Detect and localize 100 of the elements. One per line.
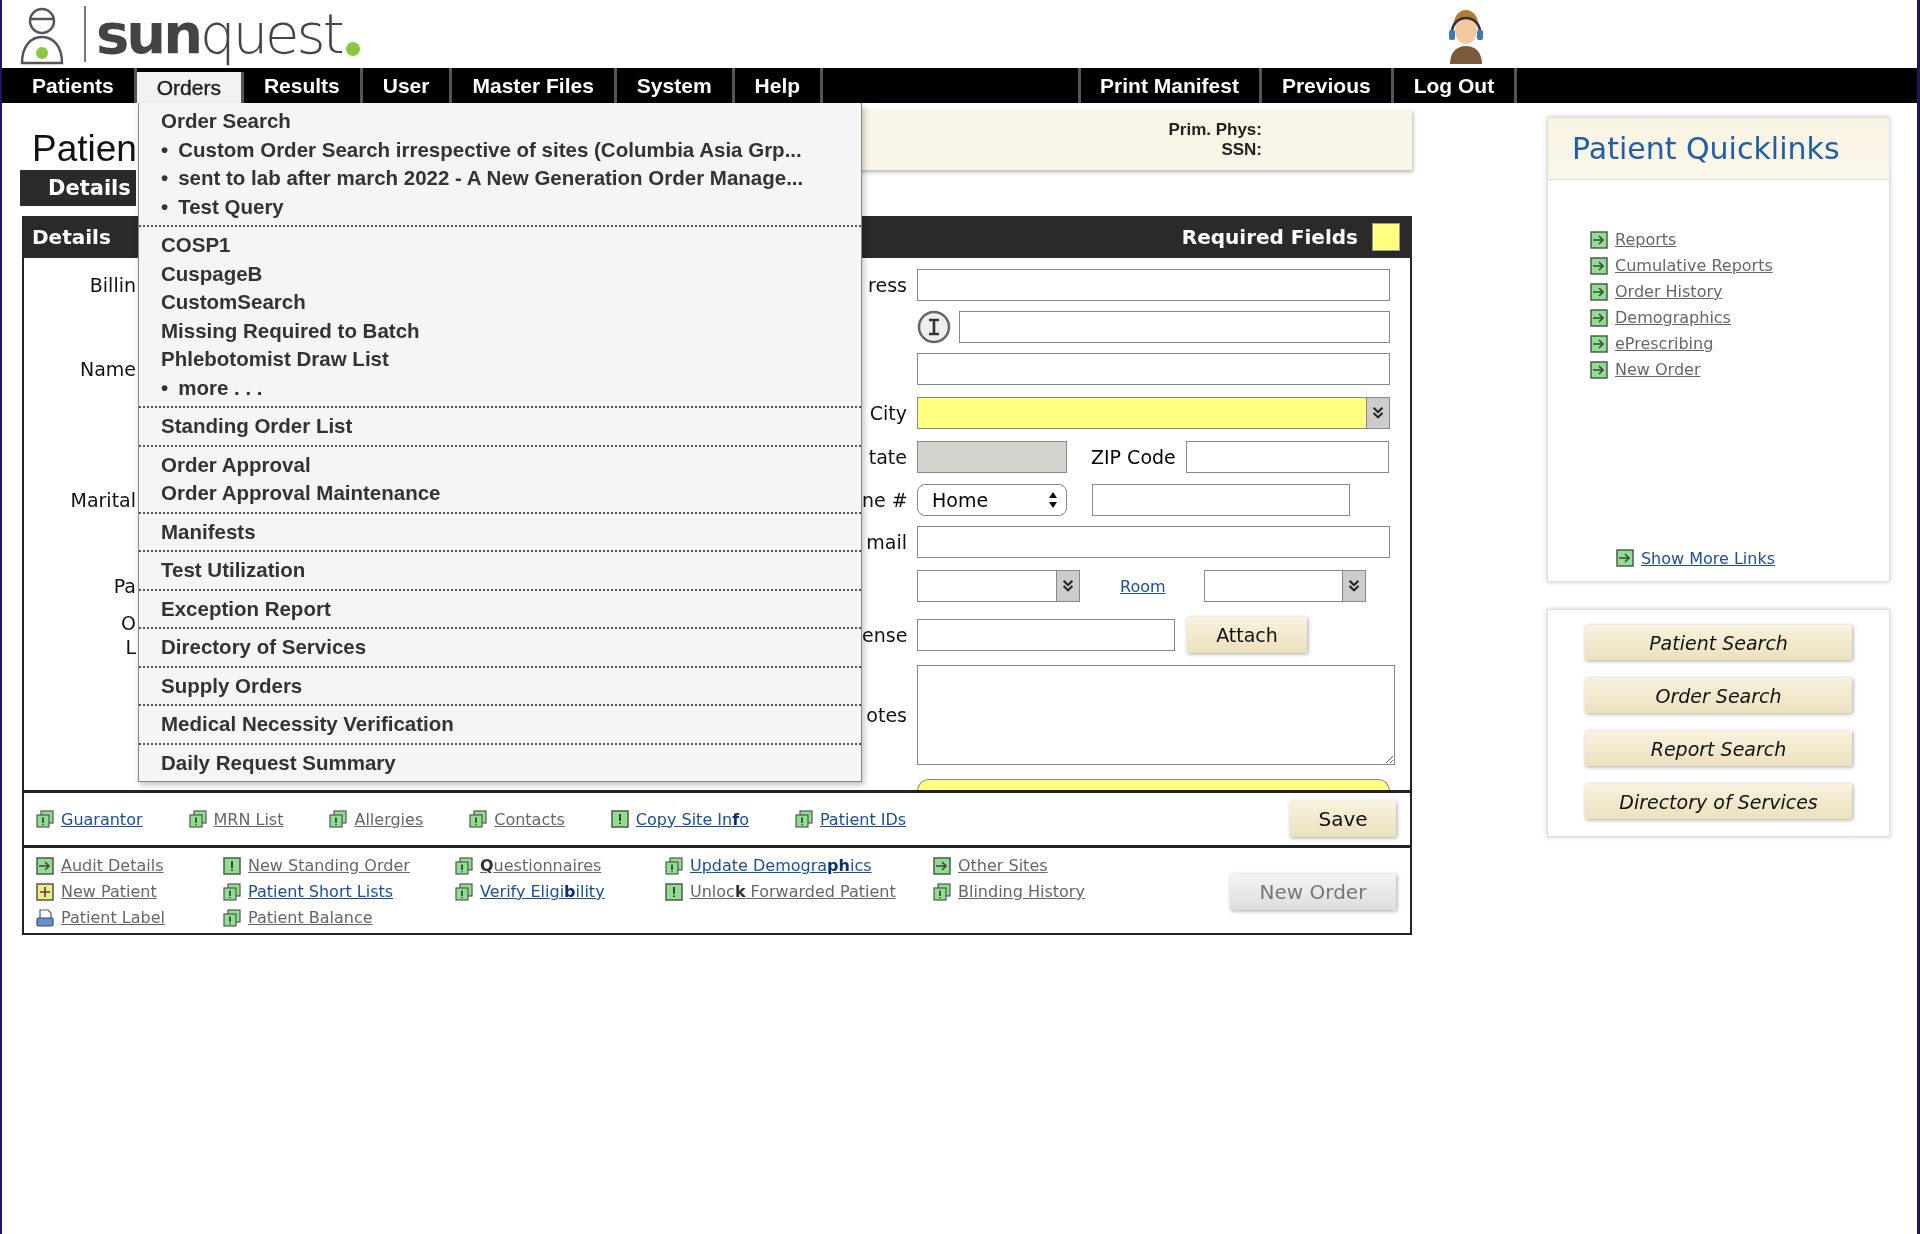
- field-label: O: [121, 611, 136, 635]
- link[interactable]: Demographics: [1615, 308, 1731, 327]
- room-link[interactable]: Room: [1120, 576, 1166, 596]
- menu-item[interactable]: Directory of Services: [139, 633, 861, 662]
- menu-item[interactable]: Medical Necessity Verification: [139, 710, 861, 739]
- attach-button[interactable]: Attach: [1187, 617, 1307, 653]
- dot-icon: [345, 42, 360, 56]
- details-tab[interactable]: Details: [20, 170, 136, 206]
- menu-item[interactable]: Supply Orders: [139, 671, 861, 700]
- text-field[interactable]: [917, 353, 1390, 385]
- menu-tab[interactable]: Previous: [1261, 68, 1394, 103]
- field-label: Name: [79, 357, 136, 381]
- link[interactable]: Guarantor: [61, 809, 143, 829]
- field-label: Marital: [70, 488, 136, 512]
- field-label: City: [869, 401, 907, 424]
- label-printer-icon: [36, 908, 54, 927]
- save-button[interactable]: Save: [1290, 801, 1396, 837]
- link[interactable]: New Standing Order: [248, 856, 410, 875]
- menu-tab[interactable]: Orders: [136, 72, 244, 103]
- link[interactable]: Patient IDs: [819, 809, 907, 829]
- menu-item[interactable]: COSP1: [139, 231, 861, 260]
- stepper-icon: [1048, 491, 1058, 509]
- alert-icon: [794, 810, 813, 828]
- dropdown[interactable]: [917, 570, 1080, 602]
- link[interactable]: Update Demographics: [690, 856, 872, 875]
- notes-field[interactable]: [917, 665, 1395, 765]
- menu-item[interactable]: Daily Request Summary: [139, 748, 861, 777]
- phone-type-select[interactable]: Home: [917, 484, 1067, 516]
- menu-item[interactable]: Order Approval: [139, 450, 861, 479]
- field-label: mail: [866, 531, 907, 553]
- field-label: tate: [868, 446, 907, 468]
- search-button[interactable]: Report Search: [1585, 731, 1852, 766]
- link[interactable]: Patient Balance: [248, 908, 373, 927]
- text-field[interactable]: [917, 526, 1390, 558]
- link[interactable]: Questionnaires: [480, 856, 602, 875]
- link[interactable]: New Patient: [61, 882, 157, 901]
- menu-item[interactable]: Test Utilization: [139, 556, 861, 585]
- menu-item[interactable]: • Test Query: [139, 192, 861, 221]
- license-field[interactable]: [917, 619, 1175, 651]
- menu-item[interactable]: Phlebotomist Draw List: [139, 345, 861, 374]
- info-icon[interactable]: [917, 310, 951, 344]
- alert-icon: [223, 882, 241, 901]
- field-label: ne #: [862, 489, 908, 511]
- link[interactable]: Patient Short Lists: [248, 882, 394, 901]
- link[interactable]: Order History: [1615, 282, 1723, 301]
- text-field[interactable]: [917, 779, 1390, 790]
- dropdown[interactable]: [917, 396, 1390, 429]
- search-button[interactable]: Patient Search: [1585, 625, 1852, 660]
- alert-icon: [223, 856, 241, 875]
- menu-item[interactable]: Standing Order List: [139, 412, 861, 441]
- plus-icon: [36, 882, 54, 901]
- text-field[interactable]: [917, 269, 1390, 301]
- menu-item[interactable]: Exception Report: [139, 594, 861, 623]
- alert-icon: [455, 882, 473, 901]
- alert-icon: [223, 908, 241, 927]
- alert-icon: [329, 810, 348, 828]
- text-field[interactable]: [959, 311, 1390, 343]
- link[interactable]: Allergies: [354, 809, 424, 829]
- menu-item[interactable]: • more . . .: [139, 373, 861, 402]
- link[interactable]: Cumulative Reports: [1615, 256, 1773, 275]
- link[interactable]: Unlock Forwarded Patient: [690, 882, 896, 901]
- zip-label: ZIP Code: [1091, 446, 1176, 468]
- link[interactable]: Blinding History: [958, 882, 1085, 901]
- link[interactable]: Show More Links: [1640, 548, 1776, 568]
- required-color-swatch: [1372, 223, 1400, 251]
- section-title: Details: [32, 225, 111, 249]
- link[interactable]: Verify Eligibility: [480, 882, 605, 901]
- link[interactable]: Patient Label: [61, 908, 165, 927]
- menu-tab[interactable]: Log Out: [1393, 68, 1518, 103]
- search-button[interactable]: Directory of Services: [1585, 784, 1852, 819]
- field-label: Pa: [113, 574, 136, 598]
- link[interactable]: New Order: [1615, 360, 1701, 379]
- dropdown[interactable]: [1203, 570, 1366, 602]
- link[interactable]: Audit Details: [61, 856, 164, 875]
- menu-item[interactable]: CuspageB: [139, 259, 861, 288]
- field-label: Billin: [89, 273, 136, 297]
- search-button[interactable]: Order Search: [1585, 678, 1852, 713]
- required-fields-label: Required Fields: [1181, 225, 1358, 249]
- menu-item[interactable]: Manifests: [139, 517, 861, 546]
- alert-icon: [36, 810, 54, 828]
- link[interactable]: ePrescribing: [1615, 334, 1714, 353]
- alert-icon: [455, 856, 473, 875]
- link[interactable]: Contacts: [494, 809, 565, 829]
- field-label: ense: [862, 624, 908, 646]
- alert-icon: [665, 856, 683, 875]
- menu-item[interactable]: Missing Required to Batch: [139, 316, 861, 345]
- link[interactable]: Other Sites: [958, 856, 1048, 875]
- zip-field[interactable]: [1185, 441, 1389, 473]
- link[interactable]: MRN List: [213, 809, 284, 829]
- menu-item[interactable]: CustomSearch: [139, 288, 861, 317]
- alert-icon: [188, 810, 207, 828]
- menu-tab[interactable]: Print Manifest: [1078, 68, 1262, 103]
- alert-icon: [933, 882, 951, 901]
- field-label: L: [125, 635, 136, 659]
- alert-icon: [610, 810, 629, 828]
- link[interactable]: Reports: [1615, 230, 1677, 249]
- menu-item[interactable]: Order Approval Maintenance: [139, 479, 861, 508]
- phone-field[interactable]: [1092, 484, 1350, 516]
- link[interactable]: Copy Site Info: [635, 809, 749, 829]
- alert-icon: [469, 810, 488, 828]
